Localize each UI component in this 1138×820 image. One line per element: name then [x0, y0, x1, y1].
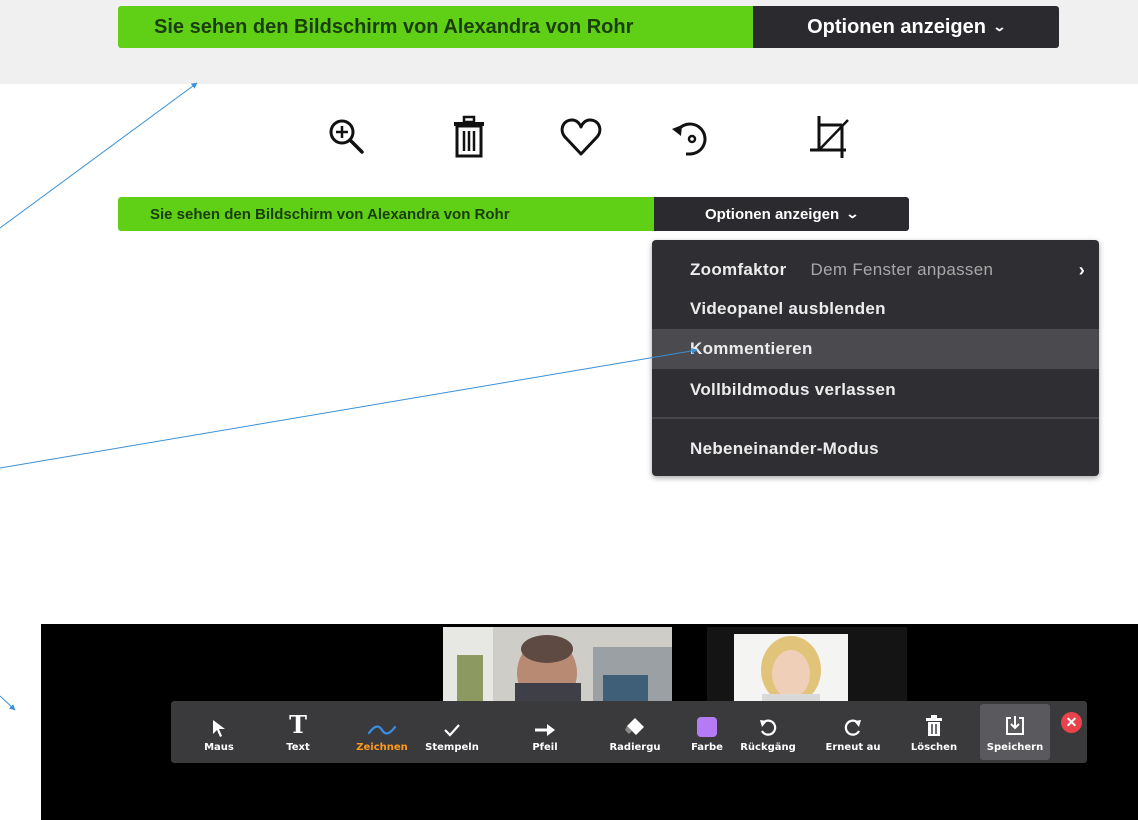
participant-video-2: [734, 634, 848, 701]
trash-icon: [926, 715, 942, 736]
participant-video-image: [443, 627, 672, 701]
tool-label: Maus: [204, 742, 234, 753]
annotation-toolbar: Maus T Text Zeichnen Stempeln Pfeil Radi…: [171, 701, 1087, 763]
draw-icon: [367, 725, 397, 735]
view-options-label-2: Optionen anzeigen: [704, 205, 840, 223]
menu-item-label: Videopanel ausblenden: [690, 299, 886, 318]
arrow-icon: [535, 724, 555, 736]
video-tile-participant-1[interactable]: [443, 627, 672, 701]
participant-video-image: [734, 634, 848, 701]
menu-item-side-by-side[interactable]: Nebeneinander-Modus: [652, 429, 1099, 469]
eraser-icon: [625, 718, 644, 735]
tool-label: Farbe: [691, 742, 723, 753]
undo-icon: [760, 719, 777, 736]
zoom-in-icon[interactable]: [322, 112, 372, 162]
callout-arrow-toolbar: [0, 695, 16, 711]
heart-icon[interactable]: [556, 112, 606, 162]
tool-label: Pfeil: [532, 742, 558, 753]
tool-label: Rückgäng: [740, 742, 796, 753]
tool-arrow[interactable]: Pfeil: [525, 701, 565, 763]
tool-label: Erneut au: [825, 742, 881, 753]
menu-item-label: Nebeneinander-Modus: [690, 439, 879, 458]
menu-item-label: Kommentieren: [690, 339, 813, 358]
sharing-status-banner-2: Sie sehen den Bildschirm von Alexandra v…: [118, 197, 654, 231]
menu-item-label: Vollbildmodus verlassen: [690, 380, 896, 399]
tool-label: Stempeln: [425, 742, 479, 753]
rotate-icon[interactable]: [666, 112, 716, 162]
crop-icon[interactable]: [806, 112, 856, 162]
menu-item-zoom-factor[interactable]: Zoomfaktor Dem Fenster anpassen ›: [652, 250, 1099, 290]
view-options-button-2[interactable]: Optionen anzeigen ⌄: [654, 197, 909, 231]
trash-icon[interactable]: [444, 112, 494, 162]
stamp-icon: [444, 724, 460, 737]
tool-label: Radiergu: [609, 742, 661, 753]
redo-icon: [844, 719, 861, 736]
tool-save[interactable]: Speichern: [980, 704, 1050, 760]
chevron-down-icon: ⌄: [845, 206, 860, 221]
menu-item-label: Zoomfaktor: [690, 260, 787, 279]
tool-label: Speichern: [986, 742, 1044, 753]
tool-eraser[interactable]: Radiergu: [603, 701, 667, 763]
cursor-icon: [213, 720, 225, 737]
menu-item-exit-fullscreen[interactable]: Vollbildmodus verlassen: [652, 370, 1099, 410]
tool-redo[interactable]: Erneut au: [821, 701, 885, 763]
view-options-button[interactable]: Optionen anzeigen ⌄: [753, 6, 1059, 48]
tool-label: Löschen: [910, 742, 958, 753]
zoom-factor-value: Dem Fenster anpassen: [810, 260, 994, 279]
tool-text[interactable]: T Text: [278, 701, 318, 763]
tool-mouse[interactable]: Maus: [199, 701, 239, 763]
options-menu: Zoomfaktor Dem Fenster anpassen › Videop…: [652, 240, 1099, 476]
sharing-status-banner: Sie sehen den Bildschirm von Alexandra v…: [118, 6, 753, 48]
save-icon: [1006, 716, 1024, 735]
tool-label: Zeichnen: [356, 742, 408, 753]
callout-arrow-annotate: [0, 347, 698, 469]
menu-item-annotate[interactable]: Kommentieren: [652, 329, 1099, 369]
tool-undo[interactable]: Rückgäng: [735, 701, 801, 763]
menu-item-hide-video-panel[interactable]: Videopanel ausblenden: [652, 289, 1099, 329]
tool-color[interactable]: Farbe: [685, 701, 729, 763]
tool-stamp[interactable]: Stempeln: [422, 701, 482, 763]
tool-draw[interactable]: Zeichnen: [349, 701, 415, 763]
text-icon: T: [289, 710, 307, 739]
close-toolbar-icon[interactable]: ✕: [1061, 712, 1082, 733]
tool-label: Text: [286, 742, 310, 753]
menu-divider: [652, 417, 1099, 419]
chevron-right-icon: ›: [1078, 259, 1085, 280]
color-icon: [697, 717, 717, 737]
tool-clear[interactable]: Löschen: [909, 701, 959, 763]
view-options-label: Optionen anzeigen: [807, 15, 986, 38]
chevron-down-icon: ⌄: [992, 19, 1007, 34]
